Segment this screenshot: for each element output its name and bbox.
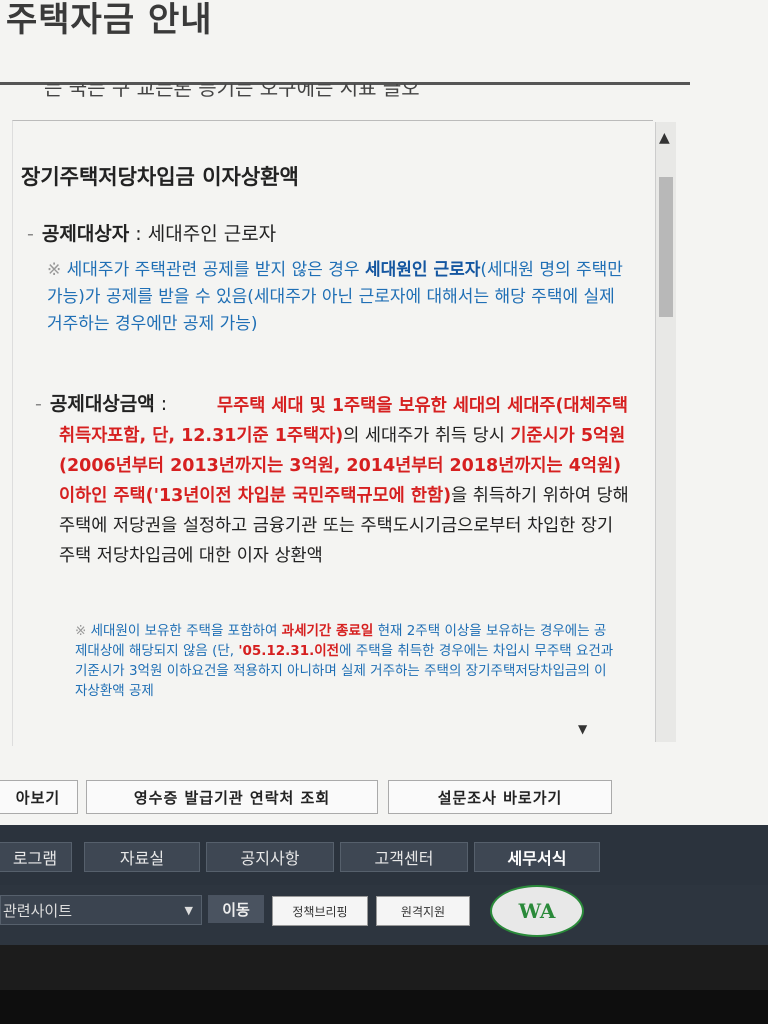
remote-support-banner[interactable]: 원격지원	[376, 896, 470, 926]
go-button[interactable]: 이동	[208, 895, 264, 923]
receipt-issuer-contact-button[interactable]: 영수증 발급기관 연락처 조회	[86, 780, 378, 814]
nav-item-customer-center[interactable]: 고객센터	[340, 842, 468, 872]
content-scroll-area[interactable]: 장기주택저당차입금 이자상환액 - 공제대상자 : 세대주인 근로자 ※ 세대주가…	[12, 120, 653, 746]
nav-item-notices[interactable]: 공지사항	[206, 842, 334, 872]
amount-description: 무주택 세대 및 1주택을 보유한 세대의 세대주(대체주택 취득자포함, 단,…	[59, 396, 629, 566]
nav-item-tax-forms[interactable]: 세무서식	[474, 842, 600, 872]
note-2: ※ 세대원이 보유한 주택을 포함하여 과세기간 종료일 현재 2주택 이상을 …	[75, 623, 614, 699]
section-heading: 장기주택저당차입금 이자상환액	[21, 165, 299, 189]
triangle-down-icon[interactable]: ▼	[578, 722, 587, 736]
page-title: 주택자금 안내	[6, 0, 213, 40]
policy-briefing-banner[interactable]: 정책브리핑	[272, 896, 368, 926]
note-mark: ※	[47, 260, 62, 280]
caret-down-icon: ▼	[184, 903, 193, 917]
vertical-scrollbar[interactable]: ▲	[655, 122, 676, 742]
nav-item-library[interactable]: 자료실	[84, 842, 200, 872]
target-value: 세대주인 근로자	[147, 223, 277, 245]
clipped-text-line: 는 국는 구 교는론 등기는 오구에는 시표 글오	[44, 84, 420, 100]
bullet-dash: -	[27, 223, 34, 245]
note-1: ※ 세대주가 주택관련 공제를 받지 않은 경우 세대원인 근로자(세대원 명의…	[47, 260, 623, 334]
related-sites-select[interactable]: 관련사이트 ▼	[0, 895, 202, 925]
lookup-button[interactable]: 아보기	[0, 780, 78, 814]
survey-button[interactable]: 설문조사 바로가기	[388, 780, 612, 814]
scroll-thumb[interactable]	[659, 177, 673, 317]
web-accessibility-mark: WA	[490, 885, 584, 937]
monitor-bezel-edge	[0, 990, 768, 1024]
target-bullet: - 공제대상자 : 세대주인 근로자	[27, 223, 277, 245]
target-label: 공제대상자	[41, 223, 130, 245]
bullet-dash: -	[35, 393, 42, 415]
nav-item-program[interactable]: 로그램	[0, 842, 72, 872]
triangle-up-icon[interactable]: ▲	[659, 130, 670, 146]
